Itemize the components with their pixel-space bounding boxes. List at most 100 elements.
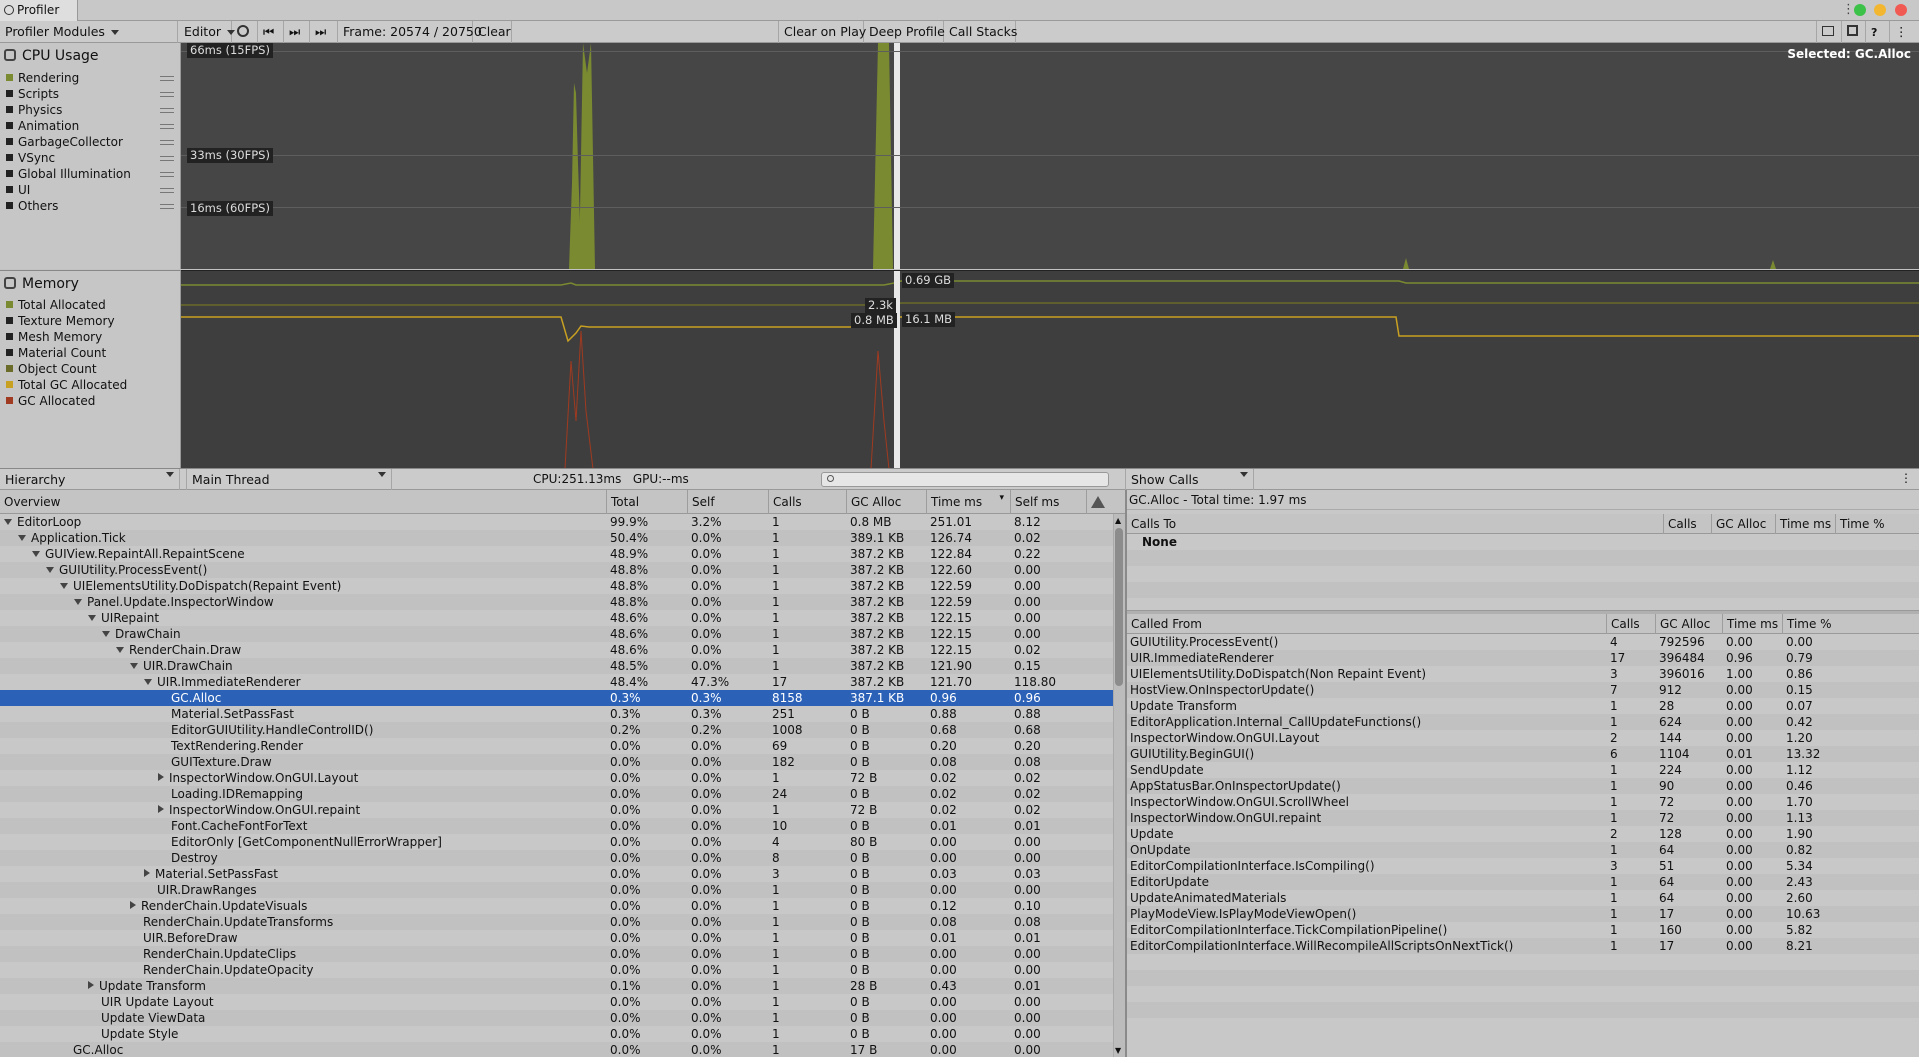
table-row[interactable]: Update Transform 0.1% 0.0% 1 28 B 0.43 0.01 [0, 978, 1113, 994]
called-from-column-calls[interactable]: Calls [1606, 614, 1655, 634]
cpu-legend-item[interactable]: Rendering [6, 71, 79, 87]
expanded-arrow-icon[interactable] [46, 567, 54, 573]
table-row[interactable]: Application.Tick 50.4% 0.0% 1 389.1 KB 126.74… [0, 530, 1113, 546]
column-self[interactable]: Self [687, 490, 768, 514]
table-row[interactable]: Loading.IDRemapping 0.0% 0.0% 24 0 B 0.02 0.02 [0, 786, 1113, 802]
called-from-row[interactable]: Update Transform 1 28 0.00 0.07 [1127, 698, 1919, 714]
memory-legend-item[interactable]: Mesh Memory [6, 330, 102, 346]
table-row[interactable]: Update Style 0.0% 0.0% 1 0 B 0.00 0.00 [0, 1026, 1113, 1042]
cpu-legend-item[interactable]: Physics [6, 103, 62, 119]
called-from-row[interactable]: EditorCompilationInterface.IsCompiling()… [1127, 858, 1919, 874]
called-from-column-gc-alloc[interactable]: GC Alloc [1655, 614, 1722, 634]
cpu-legend-item[interactable]: Animation [6, 119, 79, 135]
drag-handle-icon[interactable] [160, 108, 174, 113]
collapsed-arrow-icon[interactable] [158, 773, 164, 781]
column-gc-alloc[interactable]: GC Alloc [846, 490, 926, 514]
column-self-ms[interactable]: Self ms [1010, 490, 1086, 514]
table-row[interactable]: EditorOnly [GetComponentNullErrorWrapper… [0, 834, 1113, 850]
expanded-arrow-icon[interactable] [60, 583, 68, 589]
table-row[interactable]: Font.CacheFontForText 0.0% 0.0% 10 0 B 0.01 0.… [0, 818, 1113, 834]
table-row[interactable]: RenderChain.UpdateOpacity 0.0% 0.0% 1 0 B 0.0… [0, 962, 1113, 978]
table-row[interactable]: UIR.DrawRanges 0.0% 0.0% 1 0 B 0.00 0.00 [0, 882, 1113, 898]
drag-handle-icon[interactable] [160, 204, 174, 209]
drag-handle-icon[interactable] [160, 140, 174, 145]
table-row[interactable]: InspectorWindow.OnGUI.Layout 0.0% 0.0% 1 72 … [0, 770, 1113, 786]
first-frame-button[interactable]: ⏮ [258, 21, 284, 43]
cpu-usage-module[interactable]: CPU Usage Rendering Scripts Physics Animati… [0, 43, 181, 269]
expanded-arrow-icon[interactable] [102, 631, 110, 637]
expanded-arrow-icon[interactable] [32, 551, 40, 557]
table-row[interactable]: Panel.Update.InspectorWindow 48.8% 0.0% 1 38… [0, 594, 1113, 610]
collapsed-arrow-icon[interactable] [144, 869, 150, 877]
table-row-selected[interactable]: GC.Alloc 0.3% 0.3% 8158 387.1 KB 0.96 0.96 [0, 690, 1113, 706]
column-total[interactable]: Total [606, 490, 687, 514]
memory-chart[interactable]: 0.69 GB 2.3k 0.8 MB 16.1 MB [181, 270, 1919, 469]
table-row[interactable]: UIR.DrawChain 48.5% 0.0% 1 387.2 KB 121.90 0.1… [0, 658, 1113, 674]
window-tab[interactable]: Profiler [0, 0, 78, 21]
table-row[interactable]: RenderChain.UpdateClips 0.0% 0.0% 1 0 B 0.00 0… [0, 946, 1113, 962]
called-from-row[interactable]: SendUpdate 1 224 0.00 1.12 [1127, 762, 1919, 778]
called-from-row[interactable]: EditorCompilationInterface.WillRecompile… [1127, 938, 1919, 954]
minimize-button[interactable] [1874, 4, 1886, 16]
next-frame-button[interactable]: ⏭ [284, 21, 310, 43]
memory-module[interactable]: Memory Total Allocated Texture Memory Mesh… [0, 270, 181, 468]
cpu-legend-item[interactable]: Global Illumination [6, 167, 131, 183]
drag-handle-icon[interactable] [160, 172, 174, 177]
table-row[interactable]: UIR.ImmediateRenderer 48.4% 47.3% 17 387.2 K… [0, 674, 1113, 690]
table-row[interactable]: TextRendering.Render 0.0% 0.0% 69 0 B 0.20 0.2… [0, 738, 1113, 754]
close-button[interactable] [1895, 4, 1907, 16]
column-warnings[interactable] [1086, 490, 1113, 514]
expanded-arrow-icon[interactable] [130, 663, 138, 669]
table-row[interactable]: UIElementsUtility.DoDispatch(Repaint Eve… [0, 578, 1113, 594]
table-row[interactable]: UIR Update Layout 0.0% 0.0% 1 0 B 0.00 0.00 [0, 994, 1113, 1010]
called-from-row[interactable]: UIR.ImmediateRenderer 17 396484 0.96 0.79 [1127, 650, 1919, 666]
table-row[interactable]: EditorGUIUtility.HandleControlID() 0.2% 0.… [0, 722, 1113, 738]
search-input[interactable] [821, 472, 1109, 487]
hierarchy-scroll-thumb[interactable] [1115, 528, 1123, 686]
collapsed-arrow-icon[interactable] [130, 901, 136, 909]
load-button[interactable] [1816, 21, 1842, 43]
called-from-row[interactable]: EditorUpdate 1 64 0.00 2.43 [1127, 874, 1919, 890]
cpu-legend-item[interactable]: Others [6, 199, 58, 215]
profiler-modules-dropdown[interactable]: Profiler Modules [0, 21, 178, 43]
cpu-legend-item[interactable]: Scripts [6, 87, 59, 103]
maximize-button[interactable] [1854, 4, 1866, 16]
memory-legend-item[interactable]: Total Allocated [6, 298, 106, 314]
memory-legend-item[interactable]: Material Count [6, 346, 106, 362]
cpu-legend-item[interactable]: UI [6, 183, 30, 199]
called-from-row[interactable]: Update 2 128 0.00 1.90 [1127, 826, 1919, 842]
table-row[interactable]: RenderChain.UpdateTransforms 0.0% 0.0% 1 0 B… [0, 914, 1113, 930]
table-row[interactable]: Material.SetPassFast 0.0% 0.0% 3 0 B 0.03 0.03 [0, 866, 1113, 882]
expanded-arrow-icon[interactable] [116, 647, 124, 653]
help-button[interactable]: ? [1866, 21, 1890, 43]
column-calls[interactable]: Calls [768, 490, 846, 514]
called-from-row[interactable]: GUIUtility.ProcessEvent() 4 792596 0.00 0.00 [1127, 634, 1919, 650]
expanded-arrow-icon[interactable] [88, 615, 96, 621]
scroll-up-arrow-icon[interactable]: ▲ [1115, 516, 1121, 525]
calls-to-column-calls[interactable]: Calls [1663, 514, 1711, 534]
called-from-row[interactable]: InspectorWindow.OnGUI.ScrollWheel 1 72 0.00… [1127, 794, 1919, 810]
record-button[interactable] [232, 21, 258, 43]
table-row[interactable]: RenderChain.Draw 48.6% 0.0% 1 387.2 KB 122.15… [0, 642, 1113, 658]
called-from-column-time-pct[interactable]: Time % [1782, 614, 1842, 634]
target-selection-dropdown[interactable]: Editor [179, 21, 232, 43]
calls-to-column-name[interactable]: Calls To [1127, 514, 1663, 534]
table-row[interactable]: Update ViewData 0.0% 0.0% 1 0 B 0.00 0.00 [0, 1010, 1113, 1026]
table-row[interactable]: Destroy 0.0% 0.0% 8 0 B 0.00 0.00 [0, 850, 1113, 866]
show-calls-dropdown[interactable]: Show Calls [1125, 469, 1254, 491]
options-button[interactable]: ⋮ [1890, 21, 1919, 43]
expanded-arrow-icon[interactable] [144, 679, 152, 685]
called-from-column-time-ms[interactable]: Time ms [1722, 614, 1782, 634]
called-from-column-name[interactable]: Called From [1127, 614, 1606, 634]
called-from-row[interactable]: OnUpdate 1 64 0.00 0.82 [1127, 842, 1919, 858]
collapsed-arrow-icon[interactable] [158, 805, 164, 813]
table-row[interactable]: GUITexture.Draw 0.0% 0.0% 182 0 B 0.08 0.08 [0, 754, 1113, 770]
drag-handle-icon[interactable] [160, 156, 174, 161]
table-row[interactable]: Material.SetPassFast 0.3% 0.3% 251 0 B 0.88 0.… [0, 706, 1113, 722]
called-from-row[interactable]: GUIUtility.BeginGUI() 6 1104 0.01 13.32 [1127, 746, 1919, 762]
deep-profile-toggle[interactable]: Deep Profile [864, 21, 945, 43]
calls-to-column-time-ms[interactable]: Time ms [1775, 514, 1835, 534]
thread-dropdown[interactable]: Main Thread [186, 469, 392, 491]
cpu-usage-chart[interactable]: 66ms (15FPS) 33ms (30FPS) 16ms (60FPS) S… [181, 43, 1919, 269]
call-stacks-toggle[interactable]: Call Stacks [944, 21, 1017, 43]
